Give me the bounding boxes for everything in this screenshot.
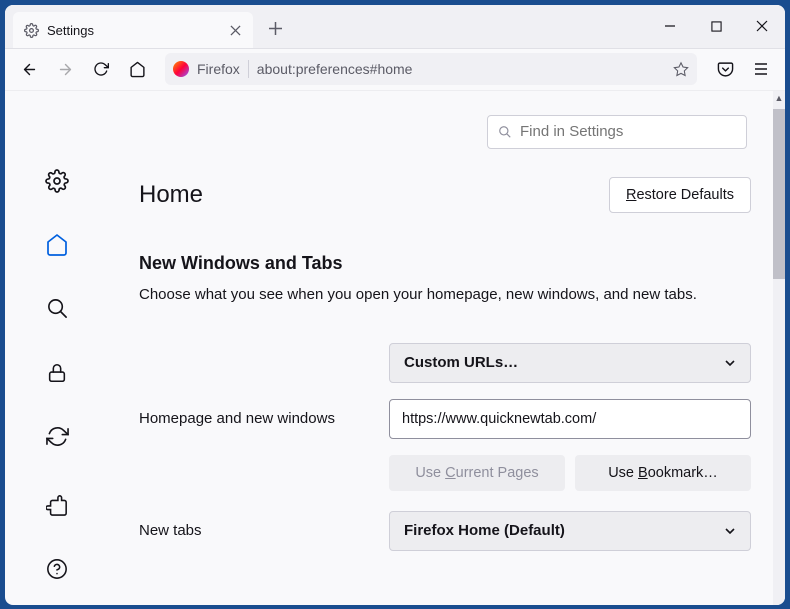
firefox-window: Settings Firefox about:preferences#home [5,5,785,605]
url-bar[interactable]: Firefox about:preferences#home [165,53,697,85]
page-title: Home [139,181,203,209]
use-current-pages-button[interactable]: Use Current Pages [389,455,565,491]
urlbar-text: about:preferences#home [257,61,665,77]
bookmark-star-icon[interactable] [673,61,689,77]
minimize-button[interactable] [647,5,693,49]
scrollbar[interactable]: ▲ [773,91,785,605]
sidebar-item-general[interactable] [41,165,73,197]
pocket-button[interactable] [709,53,741,85]
home-button[interactable] [121,53,153,85]
restore-defaults-button[interactable]: Restore Defaults [609,177,751,213]
tab-title: Settings [47,23,219,38]
firefox-logo-icon [173,61,189,77]
homepage-url-input[interactable] [389,399,751,439]
select-value: Firefox Home (Default) [404,522,565,539]
homepage-label: Homepage and new windows [139,410,369,427]
section-description: Choose what you see when you open your h… [139,284,751,305]
navigation-toolbar: Firefox about:preferences#home [5,49,785,91]
homepage-mode-select[interactable]: Custom URLs… [389,343,751,383]
window-controls [647,5,785,49]
search-icon [498,125,512,139]
reload-button[interactable] [85,53,117,85]
sidebar-item-home[interactable] [41,229,73,261]
use-bookmark-button[interactable]: Use Bookmark… [575,455,751,491]
settings-main: Home Restore Defaults New Windows and Ta… [109,91,785,605]
scroll-up-icon[interactable]: ▲ [773,91,785,105]
find-in-settings[interactable] [487,115,747,149]
settings-sidebar [5,91,109,605]
forward-button[interactable] [49,53,81,85]
find-in-settings-input[interactable] [520,123,736,140]
sidebar-item-help[interactable] [41,553,73,585]
scroll-thumb[interactable] [773,109,785,279]
maximize-button[interactable] [693,5,739,49]
urlbar-identity: Firefox [197,61,240,77]
browser-tab[interactable]: Settings [13,12,253,48]
app-menu-button[interactable] [745,53,777,85]
sidebar-item-sync[interactable] [41,421,73,453]
section-heading: New Windows and Tabs [139,253,751,274]
urlbar-separator [248,60,249,78]
new-tab-button[interactable] [261,14,289,42]
chevron-down-icon [724,357,736,369]
newtabs-select[interactable]: Firefox Home (Default) [389,511,751,551]
sidebar-item-extensions[interactable] [41,489,73,521]
close-icon[interactable] [227,22,243,38]
titlebar: Settings [5,5,785,49]
newtabs-label: New tabs [139,522,369,539]
gear-icon [23,22,39,38]
close-window-button[interactable] [739,5,785,49]
back-button[interactable] [13,53,45,85]
select-value: Custom URLs… [404,354,518,371]
chevron-down-icon [724,525,736,537]
content-area: Home Restore Defaults New Windows and Ta… [5,91,785,605]
sidebar-item-search[interactable] [41,293,73,325]
sidebar-item-privacy[interactable] [41,357,73,389]
